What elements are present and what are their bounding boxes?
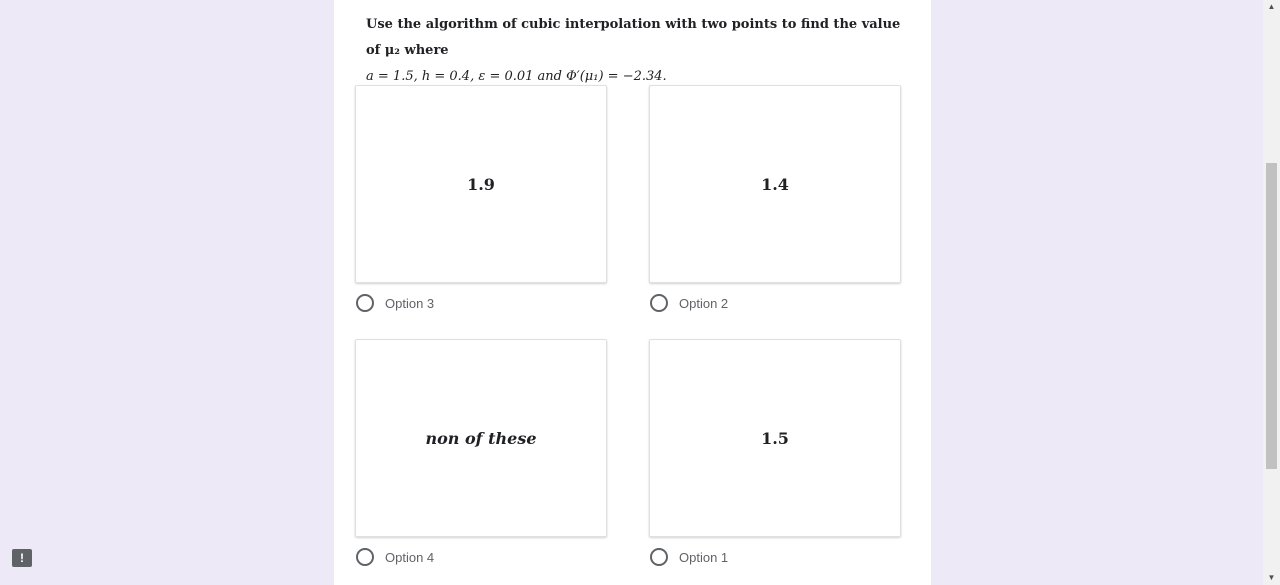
option-choice-3[interactable]: 1.9 Option 3 — [355, 85, 607, 313]
question-line-2-prefix: a = — [366, 69, 393, 84]
option-choice-2[interactable]: 1.4 Option 2 — [649, 85, 901, 313]
option-radio-row[interactable]: Option 3 — [355, 293, 607, 313]
vertical-scrollbar[interactable]: ▲ ▼ — [1263, 0, 1280, 585]
option-label: Option 3 — [385, 295, 435, 311]
option-choice-4[interactable]: non of these Option 4 — [355, 339, 607, 567]
radio-button[interactable] — [356, 548, 374, 566]
option-label: Option 4 — [385, 549, 435, 565]
exclamation-icon[interactable]: ! — [12, 549, 32, 567]
option-image[interactable]: 1.9 — [355, 85, 607, 283]
triangle-down-icon[interactable]: ▼ — [1263, 571, 1280, 585]
radio-button[interactable] — [650, 548, 668, 566]
option-image-text: 1.5 — [761, 428, 789, 448]
option-label: Option 2 — [679, 295, 729, 311]
radio-button[interactable] — [650, 294, 668, 312]
question-line-2-values: 1.5, h = 0.4, ε = 0.01 and Φ′(μ₁) = −2.3… — [392, 69, 667, 84]
scrollbar-thumb[interactable] — [1266, 163, 1277, 469]
radio-button[interactable] — [356, 294, 374, 312]
option-image-text: 1.4 — [761, 174, 789, 194]
option-label: Option 1 — [679, 549, 729, 565]
option-choice-1[interactable]: 1.5 Option 1 — [649, 339, 901, 567]
option-image[interactable]: 1.4 — [649, 85, 901, 283]
question-card: Use the algorithm of cubic interpolation… — [334, 0, 931, 585]
triangle-up-icon[interactable]: ▲ — [1263, 0, 1280, 14]
option-image[interactable]: non of these — [355, 339, 607, 537]
question-text: Use the algorithm of cubic interpolation… — [366, 12, 906, 90]
option-image-text: 1.9 — [467, 174, 495, 194]
option-image-text: non of these — [425, 428, 537, 448]
option-image[interactable]: 1.5 — [649, 339, 901, 537]
option-radio-row[interactable]: Option 2 — [649, 293, 901, 313]
question-line-1: Use the algorithm of cubic interpolation… — [366, 17, 901, 58]
option-radio-row[interactable]: Option 1 — [649, 547, 901, 567]
option-radio-row[interactable]: Option 4 — [355, 547, 607, 567]
